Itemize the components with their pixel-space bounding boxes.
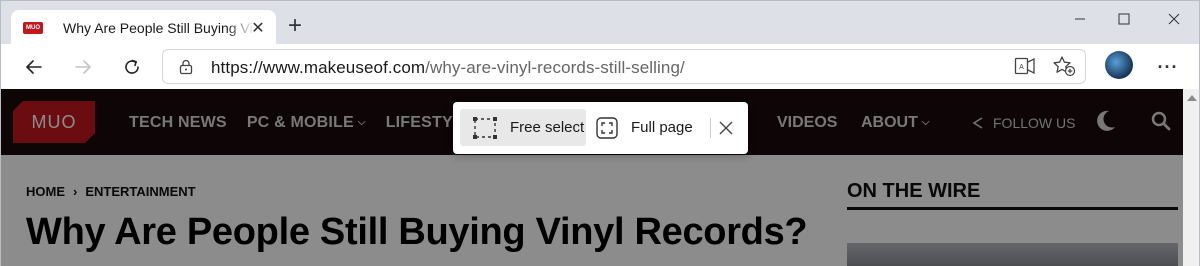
svg-text:A: A bbox=[1019, 64, 1024, 71]
minimize-button[interactable] bbox=[1057, 5, 1103, 33]
tab-close-icon[interactable]: ✕ bbox=[248, 18, 268, 38]
full-page-label: Full page bbox=[631, 119, 693, 136]
capture-close-button[interactable] bbox=[716, 118, 736, 138]
free-select-label: Free select bbox=[510, 119, 585, 136]
web-capture-toolbar: Free select Full page bbox=[453, 102, 748, 154]
maximize-icon bbox=[1118, 13, 1130, 25]
arrow-right-icon bbox=[75, 60, 91, 74]
address-bar[interactable]: https://www.makeuseof.com/why-are-vinyl-… bbox=[162, 49, 1086, 84]
minimize-icon bbox=[1075, 18, 1085, 20]
forward-button[interactable] bbox=[68, 52, 98, 82]
url-text[interactable]: https://www.makeuseof.com/why-are-vinyl-… bbox=[211, 58, 685, 78]
immersive-reader-button[interactable]: A bbox=[1012, 53, 1038, 79]
add-favorite-icon bbox=[1053, 56, 1076, 77]
immersive-reader-icon: A bbox=[1014, 57, 1035, 75]
arrow-left-icon bbox=[26, 60, 42, 74]
full-page-button[interactable]: Full page bbox=[593, 109, 705, 146]
window-close-icon bbox=[1168, 13, 1180, 25]
scroll-up-icon[interactable] bbox=[1187, 95, 1197, 101]
tab-title: Why Are People Still Buying Vinyl Record… bbox=[63, 20, 255, 36]
back-button[interactable] bbox=[19, 52, 49, 82]
page-scrollbar[interactable] bbox=[1183, 89, 1199, 266]
muo-favicon-icon: MUO bbox=[23, 22, 43, 34]
add-favorite-button[interactable] bbox=[1051, 53, 1077, 79]
browser-toolbar: https://www.makeuseof.com/why-are-vinyl-… bbox=[0, 44, 1200, 89]
url-host: https://www.makeuseof.com bbox=[211, 58, 426, 77]
settings-more-button[interactable]: ··· bbox=[1153, 52, 1183, 82]
free-select-icon bbox=[473, 116, 497, 139]
maximize-button[interactable] bbox=[1101, 5, 1147, 33]
refresh-icon bbox=[125, 59, 139, 74]
close-icon bbox=[719, 121, 733, 135]
window-close-button[interactable] bbox=[1151, 5, 1197, 33]
lock-icon[interactable] bbox=[179, 59, 193, 75]
url-path: /why-are-vinyl-records-still-selling/ bbox=[425, 58, 685, 77]
free-select-button[interactable]: Free select bbox=[460, 109, 586, 146]
profile-avatar[interactable] bbox=[1105, 51, 1133, 79]
browser-tab[interactable]: MUO Why Are People Still Buying Vinyl Re… bbox=[11, 10, 276, 46]
title-bar: MUO Why Are People Still Buying Vinyl Re… bbox=[0, 0, 1200, 46]
new-tab-button[interactable]: + bbox=[283, 14, 307, 39]
toolbar-divider bbox=[710, 118, 711, 138]
full-page-icon bbox=[596, 116, 618, 139]
refresh-button[interactable] bbox=[117, 52, 147, 82]
